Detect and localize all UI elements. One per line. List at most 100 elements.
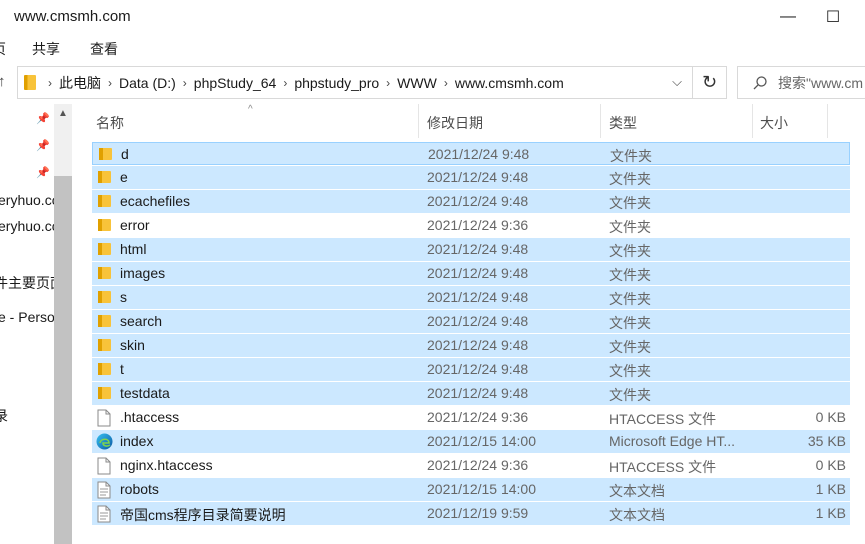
- file-type: 文件夹: [609, 243, 651, 259]
- folder-icon: [97, 146, 113, 163]
- file-date: 2021/12/15 14:00: [427, 433, 536, 449]
- column-divider[interactable]: [827, 104, 828, 138]
- file-type: Microsoft Edge HT...: [609, 433, 736, 449]
- window-title: www.cmsmh.com: [14, 8, 131, 25]
- folder-icon: [96, 361, 112, 378]
- nav-item[interactable]: eryhuo.cc: [0, 218, 59, 234]
- maximize-icon: ☐: [825, 9, 841, 26]
- folder-icon: [96, 313, 112, 330]
- file-row[interactable]: html 2021/12/24 9:48 文件夹: [92, 238, 850, 261]
- file-date: 2021/12/24 9:48: [427, 385, 529, 401]
- breadcrumb-phpstudy-pro[interactable]: phpstudy_pro: [291, 75, 382, 91]
- file-name: 帝国cms程序目录简要说明: [120, 507, 286, 523]
- file-row[interactable]: t 2021/12/24 9:48 文件夹: [92, 358, 850, 381]
- file-name: d: [121, 146, 129, 162]
- nav-scrollbar-thumb[interactable]: [54, 176, 72, 544]
- file-row[interactable]: search 2021/12/24 9:48 文件夹: [92, 310, 850, 333]
- column-divider[interactable]: [600, 104, 601, 138]
- refresh-button[interactable]: ↻: [693, 66, 727, 99]
- file-name: search: [120, 313, 163, 329]
- file-row[interactable]: e 2021/12/24 9:48 文件夹: [92, 166, 850, 189]
- nav-item[interactable]: 录: [0, 406, 8, 426]
- file-row[interactable]: testdata 2021/12/24 9:48 文件夹: [92, 382, 850, 405]
- file-icon: [96, 457, 112, 475]
- column-type[interactable]: 类型: [609, 113, 637, 133]
- file-type: 文件夹: [609, 339, 651, 355]
- column-date[interactable]: 修改日期: [427, 113, 483, 133]
- tab-home[interactable]: 页: [0, 39, 6, 59]
- file-type: 文件夹: [609, 171, 651, 187]
- breadcrumb-www[interactable]: WWW: [394, 75, 440, 91]
- search-icon: [753, 75, 767, 89]
- file-row[interactable]: index 2021/12/15 14:00 Microsoft Edge HT..…: [92, 430, 850, 453]
- file-date: 2021/12/24 9:48: [427, 241, 529, 257]
- column-divider[interactable]: [418, 104, 419, 138]
- chevron-right-icon: ›: [48, 75, 52, 90]
- tab-share[interactable]: 共享: [32, 39, 60, 59]
- breadcrumb-data-d[interactable]: Data (D:): [116, 75, 179, 91]
- pin-icon[interactable]: 📌: [36, 112, 50, 125]
- breadcrumb-cmsmh[interactable]: www.cmsmh.com: [452, 75, 567, 91]
- file-date: 2021/12/24 9:48: [427, 169, 529, 185]
- file-type: HTACCESS 文件: [609, 459, 717, 475]
- file-size: 1 KB: [815, 505, 846, 521]
- folder-icon: [96, 289, 112, 306]
- column-size[interactable]: 大小: [760, 113, 788, 133]
- file-date: 2021/12/24 9:48: [427, 289, 529, 305]
- file-row[interactable]: .htaccess 2021/12/24 9:36 HTACCESS 文件 0 KB: [92, 406, 850, 429]
- file-type: 文件夹: [609, 387, 651, 403]
- file-row[interactable]: 帝国cms程序目录简要说明 2021/12/19 9:59 文本文档 1 KB: [92, 502, 850, 525]
- file-size: 35 KB: [807, 433, 846, 449]
- file-name: e: [120, 169, 128, 185]
- file-row[interactable]: d 2021/12/24 9:48 文件夹: [92, 142, 850, 165]
- file-row[interactable]: error 2021/12/24 9:36 文件夹: [92, 214, 850, 237]
- up-arrow-icon[interactable]: ↑: [0, 73, 6, 90]
- file-size: 0 KB: [815, 457, 846, 473]
- folder-icon: [96, 385, 112, 402]
- file-name: skin: [120, 337, 145, 353]
- chevron-right-icon: ›: [108, 75, 112, 90]
- nav-item[interactable]: eryhuo.cc: [0, 192, 59, 208]
- text-file-icon: [96, 481, 112, 499]
- file-type: HTACCESS 文件: [609, 411, 717, 427]
- pin-icon[interactable]: 📌: [36, 166, 50, 179]
- maximize-button[interactable]: ☐: [813, 4, 853, 30]
- breadcrumb-this-pc[interactable]: 此电脑: [56, 73, 104, 93]
- file-row[interactable]: skin 2021/12/24 9:48 文件夹: [92, 334, 850, 357]
- file-row[interactable]: nginx.htaccess 2021/12/24 9:36 HTACCESS 文件…: [92, 454, 850, 477]
- file-name: robots: [120, 481, 159, 497]
- search-input[interactable]: 搜索"www.cm: [737, 66, 865, 99]
- file-type: 文件夹: [609, 315, 651, 331]
- pin-icon[interactable]: 📌: [36, 139, 50, 152]
- file-list: d 2021/12/24 9:48 文件夹 e 2021/12/24 9:48 文件夹 ec…: [92, 142, 850, 526]
- file-size: 0 KB: [815, 409, 846, 425]
- column-name[interactable]: 名称: [96, 113, 124, 133]
- address-row: ↑ › 此电脑 › Data (D:) › phpStudy_64 › phps…: [0, 62, 865, 104]
- file-type: 文件夹: [609, 219, 651, 235]
- file-date: 2021/12/19 9:59: [427, 505, 529, 521]
- chevron-right-icon: ›: [283, 75, 288, 90]
- chevron-right-icon: ›: [182, 75, 187, 90]
- file-size: 1 KB: [815, 481, 846, 497]
- file-type: 文件夹: [610, 148, 652, 164]
- file-date: 2021/12/15 14:00: [427, 481, 536, 497]
- file-name: testdata: [120, 385, 170, 401]
- breadcrumb-phpstudy64[interactable]: phpStudy_64: [191, 75, 280, 91]
- file-row[interactable]: images 2021/12/24 9:48 文件夹: [92, 262, 850, 285]
- minimize-button[interactable]: —: [768, 4, 808, 30]
- file-row[interactable]: ecachefiles 2021/12/24 9:48 文件夹: [92, 190, 850, 213]
- file-row[interactable]: s 2021/12/24 9:48 文件夹: [92, 286, 850, 309]
- address-bar[interactable]: › 此电脑 › Data (D:) › phpStudy_64 › phpstu…: [17, 66, 693, 99]
- file-type: 文件夹: [609, 291, 651, 307]
- folder-icon: [96, 241, 112, 258]
- folder-icon: [96, 265, 112, 282]
- chevron-down-icon[interactable]: ⌵: [672, 74, 682, 90]
- scroll-up-icon[interactable]: ▲: [54, 108, 72, 124]
- file-row[interactable]: robots 2021/12/15 14:00 文本文档 1 KB: [92, 478, 850, 501]
- tab-view[interactable]: 查看: [90, 39, 118, 59]
- file-name: .htaccess: [120, 409, 180, 425]
- column-divider[interactable]: [752, 104, 753, 138]
- file-name: html: [120, 241, 147, 257]
- file-date: 2021/12/24 9:48: [427, 193, 529, 209]
- nav-item[interactable]: e - Perso: [0, 309, 55, 325]
